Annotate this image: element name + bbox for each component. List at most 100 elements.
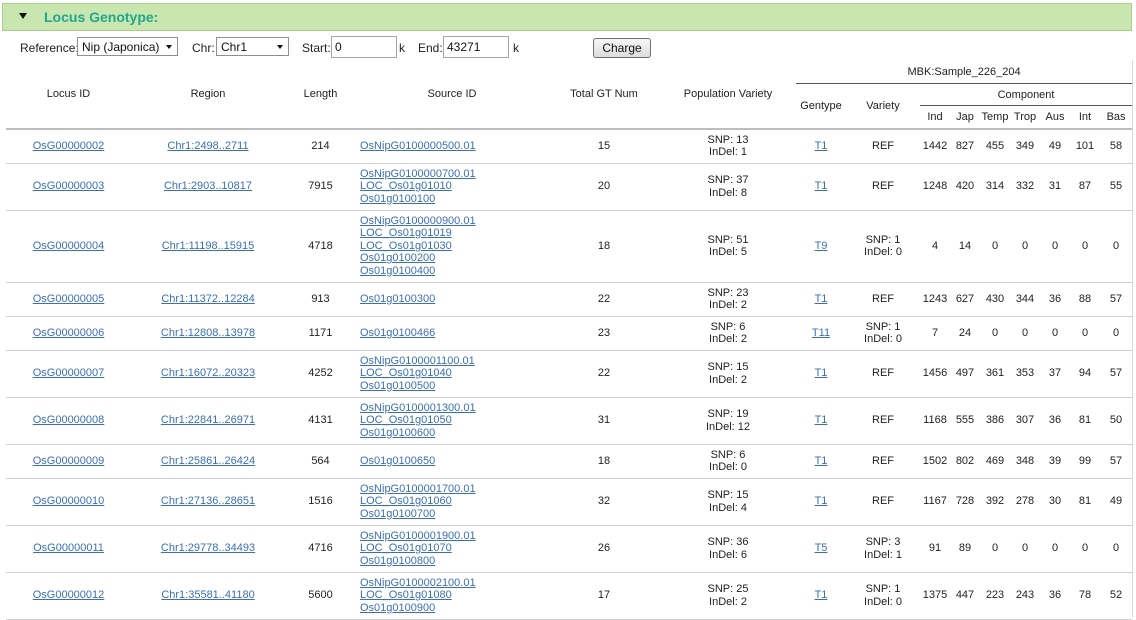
region-link[interactable]: Chr1:11372..12284 xyxy=(161,293,254,305)
genotype-table-container[interactable]: Locus ID Region Length Source ID Total G… xyxy=(6,60,1133,620)
component-int-value: 81 xyxy=(1078,414,1092,427)
cell-region: Chr1:25861..26424 xyxy=(131,444,285,479)
cell-component-int: 81 xyxy=(1070,478,1100,526)
source-id-link[interactable]: Os01g0100650 xyxy=(360,455,548,468)
source-id-link[interactable]: LOC_Os01g01080 xyxy=(360,589,548,602)
cell-length: 7915 xyxy=(285,163,356,211)
cell-component-ind: 1248 xyxy=(920,163,950,211)
region-link[interactable]: Chr1:2498..2711 xyxy=(167,140,248,152)
component-ind-value: 1442 xyxy=(922,140,948,152)
region-link[interactable]: Chr1:2903..10817 xyxy=(164,180,252,192)
gentype-link[interactable]: T1 xyxy=(815,293,828,305)
gentype-link[interactable]: T1 xyxy=(815,455,828,467)
source-id-link[interactable]: LOC_Os01g01070 xyxy=(360,542,548,555)
source-id-link[interactable]: OsNipG0100001300.01 xyxy=(360,402,548,415)
source-id-link[interactable]: Os01g0100400 xyxy=(360,265,548,278)
locus-id-link[interactable]: OsG00000012 xyxy=(33,589,105,601)
gentype-link[interactable]: T1 xyxy=(815,140,828,152)
reference-select[interactable]: Nip (Japonica) xyxy=(77,37,178,56)
cell-component-int: 0 xyxy=(1070,210,1100,283)
cell-locus-id: OsG00000002 xyxy=(6,129,131,164)
source-id-link[interactable]: Os01g0100600 xyxy=(360,427,548,440)
snp-count: SNP: 23 xyxy=(707,286,749,299)
variety-value: REF xyxy=(872,140,894,152)
chr-select[interactable]: Chr1 xyxy=(216,37,289,56)
source-id-link[interactable]: LOC_Os01g01030 xyxy=(360,240,548,253)
component-temp-value: 314 xyxy=(985,180,1005,193)
source-id-link[interactable]: OsNipG0100002100.01 xyxy=(360,577,548,590)
source-id-link[interactable]: OsNipG0100001100.01 xyxy=(360,355,548,368)
locus-id-link[interactable]: OsG00000005 xyxy=(33,293,105,305)
cell-component-aus: 39 xyxy=(1040,444,1070,479)
source-id-link[interactable]: LOC_Os01g01040 xyxy=(360,367,548,380)
component-temp-value: 430 xyxy=(985,292,1005,305)
source-id-link[interactable]: OsNipG0100001700.01 xyxy=(360,483,548,496)
cell-length: 4718 xyxy=(285,210,356,283)
component-bas-value: 57 xyxy=(1109,292,1123,305)
gentype-link[interactable]: T5 xyxy=(815,542,828,554)
component-bas-value: 0 xyxy=(1112,542,1120,555)
region-link[interactable]: Chr1:25861..26424 xyxy=(161,455,255,467)
gentype-link[interactable]: T9 xyxy=(815,240,828,252)
locus-id-link[interactable]: OsG00000009 xyxy=(33,455,105,467)
cell-total-gt: 26 xyxy=(548,525,660,573)
locus-id-link[interactable]: OsG00000008 xyxy=(33,414,105,426)
cell-component-trop: 0 xyxy=(1010,316,1040,351)
source-id-link[interactable]: Os01g0100100 xyxy=(360,193,548,206)
locus-id-link[interactable]: OsG00000011 xyxy=(33,542,104,554)
snp-count: SNP: 37 xyxy=(707,174,749,186)
locus-id-link[interactable]: OsG00000010 xyxy=(33,495,105,507)
region-link[interactable]: Chr1:29778..34493 xyxy=(161,542,255,554)
region-link[interactable]: Chr1:16072..20323 xyxy=(161,367,255,379)
component-aus-value: 36 xyxy=(1048,414,1062,427)
table-row: OsG00000009 Chr1:25861..26424 564 Os01g0100… xyxy=(6,444,1133,479)
source-id-link[interactable]: OsNipG0100001900.01 xyxy=(360,530,548,543)
source-id-link[interactable]: Os01g0100700 xyxy=(360,508,548,521)
locus-id-link[interactable]: OsG00000002 xyxy=(33,140,105,152)
end-input[interactable]: 43271 xyxy=(443,36,509,58)
component-jap-value: 420 xyxy=(955,180,975,193)
locus-id-link[interactable]: OsG00000003 xyxy=(33,180,105,192)
locus-genotype-panel-header[interactable]: Locus Genotype: xyxy=(2,3,1132,31)
start-input[interactable]: 0 xyxy=(331,36,397,58)
source-id-link[interactable]: LOC_Os01g01060 xyxy=(360,495,548,508)
source-id-link[interactable]: Os01g0100900 xyxy=(360,602,548,615)
source-id-link[interactable]: OsNipG0100000500.01 xyxy=(360,140,548,153)
length-value: 4718 xyxy=(308,239,333,252)
gentype-link[interactable]: T1 xyxy=(815,414,828,426)
source-id-link[interactable]: Os01g0100300 xyxy=(360,293,548,306)
cell-variety: SNP: 3 InDel: 1 xyxy=(846,525,920,573)
source-id-link[interactable]: OsNipG0100000700.01 xyxy=(360,168,548,181)
locus-id-link[interactable]: OsG00000006 xyxy=(33,327,105,339)
region-link[interactable]: Chr1:12808..13978 xyxy=(161,327,255,339)
gentype-link[interactable]: T1 xyxy=(815,367,828,379)
length-value: 4131 xyxy=(308,414,333,427)
region-link[interactable]: Chr1:27136..28651 xyxy=(161,495,255,507)
collapse-toggle-icon[interactable] xyxy=(19,13,27,19)
region-link[interactable]: Chr1:11198..15915 xyxy=(162,240,255,252)
source-id-link[interactable]: Os01g0100500 xyxy=(360,380,548,393)
source-id-link[interactable]: LOC_Os01g01010 xyxy=(360,180,548,193)
source-id-link[interactable]: LOC_Os01g01050 xyxy=(360,414,548,427)
region-link[interactable]: Chr1:35581..41180 xyxy=(161,589,254,601)
end-unit: k xyxy=(513,41,519,55)
cell-component-aus: 37 xyxy=(1040,350,1070,398)
cell-component-jap: 802 xyxy=(950,444,980,479)
gentype-link[interactable]: T1 xyxy=(815,180,828,192)
component-trop-value: 332 xyxy=(1015,180,1035,193)
source-id-link[interactable]: Os01g0100800 xyxy=(360,555,548,568)
gentype-link[interactable]: T1 xyxy=(815,495,828,507)
locus-id-link[interactable]: OsG00000004 xyxy=(33,240,105,252)
region-link[interactable]: Chr1:22841..26971 xyxy=(161,414,255,426)
gentype-link[interactable]: T1 xyxy=(815,589,828,601)
cell-variety: REF xyxy=(846,478,920,526)
source-id-link[interactable]: Os01g0100466 xyxy=(360,327,548,340)
cell-population-variety: SNP: 36 InDel: 6 xyxy=(660,525,796,573)
source-id-link[interactable]: LOC_Os01g01019 xyxy=(360,227,548,240)
locus-id-link[interactable]: OsG00000007 xyxy=(33,367,105,379)
source-id-link[interactable]: OsNipG0100000900.01 xyxy=(360,215,548,228)
charge-button[interactable]: Charge xyxy=(593,38,651,58)
source-id-link[interactable]: Os01g0100200 xyxy=(360,252,548,265)
cell-variety: REF xyxy=(846,282,920,317)
gentype-link[interactable]: T11 xyxy=(812,327,830,339)
